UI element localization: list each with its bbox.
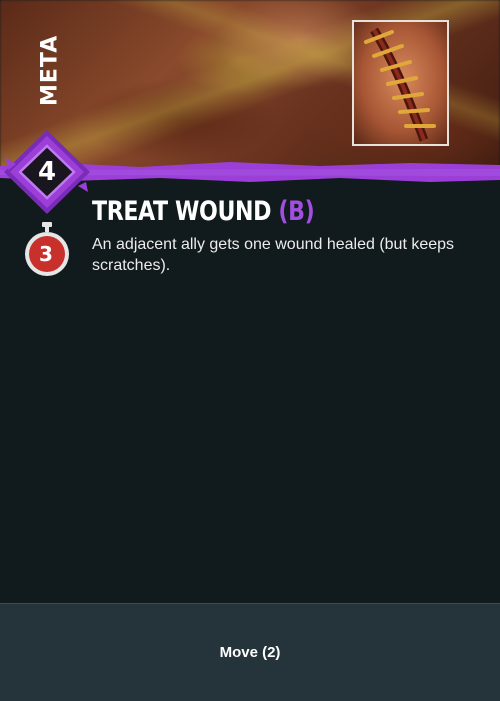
timer-value: 3 [39, 242, 53, 266]
footer-move-label: Move (2) [219, 644, 281, 661]
cost-value: 4 [37, 157, 57, 187]
card-footer: Move (2) [0, 603, 500, 701]
card-description: An adjacent ally gets one wound healed (… [92, 236, 455, 274]
cost-badge: 4 [2, 128, 92, 216]
ability-card: META 4 3 TREAT WOUND (B) An adjacent all… [0, 0, 500, 701]
stitched-wound-icon [352, 20, 449, 146]
card-category: META [37, 34, 63, 106]
card-title-tag: (B) [278, 196, 315, 227]
card-title-text: TREAT WOUND [92, 196, 272, 227]
card-title: TREAT WOUND (B) [92, 196, 315, 232]
stopwatch-icon: 3 [22, 222, 72, 278]
